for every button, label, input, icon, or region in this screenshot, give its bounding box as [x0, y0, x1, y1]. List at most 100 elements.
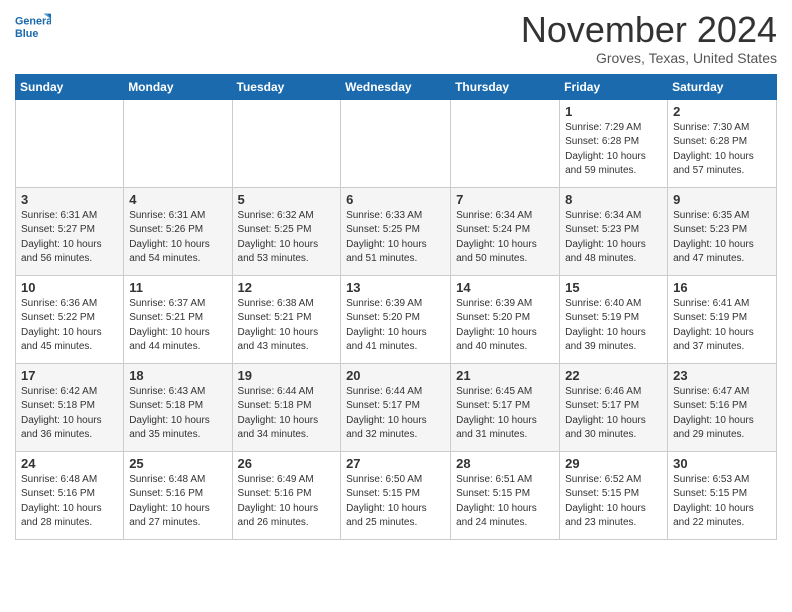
calendar-header: SundayMondayTuesdayWednesdayThursdayFrid…: [16, 74, 777, 99]
day-number: 17: [21, 368, 118, 383]
day-number: 18: [129, 368, 226, 383]
day-header-tuesday: Tuesday: [232, 74, 341, 99]
day-number: 24: [21, 456, 118, 471]
day-header-thursday: Thursday: [451, 74, 560, 99]
day-number: 9: [673, 192, 771, 207]
calendar-cell: 28 Sunrise: 6:51 AM Sunset: 5:15 PM Dayli…: [451, 451, 560, 539]
day-number: 28: [456, 456, 554, 471]
week-row-5: 24 Sunrise: 6:48 AM Sunset: 5:16 PM Dayli…: [16, 451, 777, 539]
day-info: Sunrise: 6:52 AM Sunset: 5:15 PM Dayligh…: [565, 473, 662, 531]
calendar-cell: 13 Sunrise: 6:39 AM Sunset: 5:20 PM Dayli…: [341, 275, 451, 363]
svg-text:Blue: Blue: [15, 28, 38, 40]
calendar-cell: 22 Sunrise: 6:46 AM Sunset: 5:17 PM Dayli…: [560, 363, 668, 451]
day-number: 2: [673, 104, 771, 119]
calendar-cell: 18 Sunrise: 6:43 AM Sunset: 5:18 PM Dayli…: [124, 363, 232, 451]
day-info: Sunrise: 6:41 AM Sunset: 5:19 PM Dayligh…: [673, 297, 771, 355]
day-info: Sunrise: 6:43 AM Sunset: 5:18 PM Dayligh…: [129, 385, 226, 443]
week-row-4: 17 Sunrise: 6:42 AM Sunset: 5:18 PM Dayli…: [16, 363, 777, 451]
calendar-table: SundayMondayTuesdayWednesdayThursdayFrid…: [15, 74, 777, 540]
day-number: 16: [673, 280, 771, 295]
day-number: 5: [238, 192, 336, 207]
day-number: 8: [565, 192, 662, 207]
week-row-1: 1 Sunrise: 7:29 AM Sunset: 6:28 PM Daylig…: [16, 99, 777, 187]
calendar-cell: 7 Sunrise: 6:34 AM Sunset: 5:24 PM Daylig…: [451, 187, 560, 275]
day-header-friday: Friday: [560, 74, 668, 99]
day-header-monday: Monday: [124, 74, 232, 99]
svg-text:General: General: [15, 15, 51, 27]
calendar-cell: 17 Sunrise: 6:42 AM Sunset: 5:18 PM Dayli…: [16, 363, 124, 451]
week-row-3: 10 Sunrise: 6:36 AM Sunset: 5:22 PM Dayli…: [16, 275, 777, 363]
day-info: Sunrise: 7:29 AM Sunset: 6:28 PM Dayligh…: [565, 121, 662, 179]
calendar-cell: 27Sunrise: 6:50 AM Sunset: 5:15 PM Dayli…: [341, 451, 451, 539]
logo: General Blue: [15, 10, 55, 46]
calendar-cell: 30Sunrise: 6:53 AM Sunset: 5:15 PM Dayli…: [668, 451, 777, 539]
day-info: Sunrise: 6:44 AM Sunset: 5:17 PM Dayligh…: [346, 385, 445, 443]
day-number: 20: [346, 368, 445, 383]
day-info: Sunrise: 6:40 AM Sunset: 5:19 PM Dayligh…: [565, 297, 662, 355]
logo-icon: General Blue: [15, 10, 51, 46]
day-number: 3: [21, 192, 118, 207]
day-number: 7: [456, 192, 554, 207]
day-info: Sunrise: 6:39 AM Sunset: 5:20 PM Dayligh…: [456, 297, 554, 355]
day-info: Sunrise: 6:34 AM Sunset: 5:23 PM Dayligh…: [565, 209, 662, 267]
calendar-cell: 6Sunrise: 6:33 AM Sunset: 5:25 PM Daylig…: [341, 187, 451, 275]
calendar-cell: 29 Sunrise: 6:52 AM Sunset: 5:15 PM Dayli…: [560, 451, 668, 539]
day-info: Sunrise: 6:50 AM Sunset: 5:15 PM Dayligh…: [346, 473, 445, 531]
calendar-cell: 16 Sunrise: 6:41 AM Sunset: 5:19 PM Dayli…: [668, 275, 777, 363]
calendar-cell: 20 Sunrise: 6:44 AM Sunset: 5:17 PM Dayli…: [341, 363, 451, 451]
day-info: Sunrise: 6:34 AM Sunset: 5:24 PM Dayligh…: [456, 209, 554, 267]
calendar-cell: [124, 99, 232, 187]
calendar-cell: 4 Sunrise: 6:31 AM Sunset: 5:26 PM Daylig…: [124, 187, 232, 275]
day-number: 4: [129, 192, 226, 207]
calendar-cell: 9 Sunrise: 6:35 AM Sunset: 5:23 PM Daylig…: [668, 187, 777, 275]
day-number: 23: [673, 368, 771, 383]
day-info: Sunrise: 6:42 AM Sunset: 5:18 PM Dayligh…: [21, 385, 118, 443]
day-number: 22: [565, 368, 662, 383]
day-info: Sunrise: 6:31 AM Sunset: 5:27 PM Dayligh…: [21, 209, 118, 267]
day-info: Sunrise: 6:45 AM Sunset: 5:17 PM Dayligh…: [456, 385, 554, 443]
calendar-cell: 25 Sunrise: 6:48 AM Sunset: 5:16 PM Dayli…: [124, 451, 232, 539]
day-info: Sunrise: 6:35 AM Sunset: 5:23 PM Dayligh…: [673, 209, 771, 267]
day-number: 21: [456, 368, 554, 383]
calendar-cell: 12Sunrise: 6:38 AM Sunset: 5:21 PM Dayli…: [232, 275, 341, 363]
week-row-2: 3 Sunrise: 6:31 AM Sunset: 5:27 PM Daylig…: [16, 187, 777, 275]
day-number: 26: [238, 456, 336, 471]
day-info: Sunrise: 6:48 AM Sunset: 5:16 PM Dayligh…: [129, 473, 226, 531]
day-header-sunday: Sunday: [16, 74, 124, 99]
day-number: 25: [129, 456, 226, 471]
day-number: 15: [565, 280, 662, 295]
calendar-cell: 2Sunrise: 7:30 AM Sunset: 6:28 PM Daylig…: [668, 99, 777, 187]
day-info: Sunrise: 6:39 AM Sunset: 5:20 PM Dayligh…: [346, 297, 445, 355]
calendar-cell: [16, 99, 124, 187]
calendar-cell: 11Sunrise: 6:37 AM Sunset: 5:21 PM Dayli…: [124, 275, 232, 363]
day-info: Sunrise: 6:36 AM Sunset: 5:22 PM Dayligh…: [21, 297, 118, 355]
calendar-cell: 24Sunrise: 6:48 AM Sunset: 5:16 PM Dayli…: [16, 451, 124, 539]
calendar-cell: [451, 99, 560, 187]
day-info: Sunrise: 6:37 AM Sunset: 5:21 PM Dayligh…: [129, 297, 226, 355]
day-info: Sunrise: 6:49 AM Sunset: 5:16 PM Dayligh…: [238, 473, 336, 531]
day-info: Sunrise: 6:32 AM Sunset: 5:25 PM Dayligh…: [238, 209, 336, 267]
day-info: Sunrise: 6:33 AM Sunset: 5:25 PM Dayligh…: [346, 209, 445, 267]
page-header: General Blue November 2024 Groves, Texas…: [15, 10, 777, 66]
calendar-cell: 14Sunrise: 6:39 AM Sunset: 5:20 PM Dayli…: [451, 275, 560, 363]
calendar-cell: 8 Sunrise: 6:34 AM Sunset: 5:23 PM Daylig…: [560, 187, 668, 275]
calendar-cell: 15 Sunrise: 6:40 AM Sunset: 5:19 PM Dayli…: [560, 275, 668, 363]
header-row: SundayMondayTuesdayWednesdayThursdayFrid…: [16, 74, 777, 99]
location: Groves, Texas, United States: [521, 50, 777, 66]
day-header-saturday: Saturday: [668, 74, 777, 99]
calendar-cell: [232, 99, 341, 187]
day-number: 19: [238, 368, 336, 383]
title-area: November 2024 Groves, Texas, United Stat…: [521, 10, 777, 66]
day-info: Sunrise: 6:51 AM Sunset: 5:15 PM Dayligh…: [456, 473, 554, 531]
day-number: 29: [565, 456, 662, 471]
calendar-cell: [341, 99, 451, 187]
day-info: Sunrise: 6:31 AM Sunset: 5:26 PM Dayligh…: [129, 209, 226, 267]
day-number: 1: [565, 104, 662, 119]
day-number: 12: [238, 280, 336, 295]
day-info: Sunrise: 6:46 AM Sunset: 5:17 PM Dayligh…: [565, 385, 662, 443]
calendar-cell: 1 Sunrise: 7:29 AM Sunset: 6:28 PM Daylig…: [560, 99, 668, 187]
day-number: 10: [21, 280, 118, 295]
calendar-cell: 5 Sunrise: 6:32 AM Sunset: 5:25 PM Daylig…: [232, 187, 341, 275]
day-info: Sunrise: 6:47 AM Sunset: 5:16 PM Dayligh…: [673, 385, 771, 443]
day-number: 13: [346, 280, 445, 295]
